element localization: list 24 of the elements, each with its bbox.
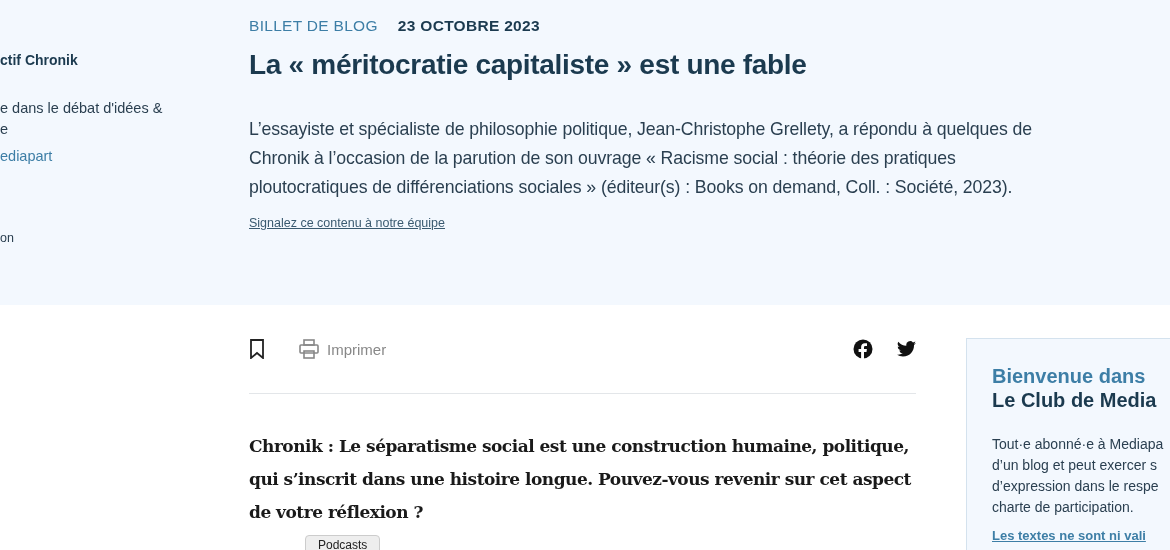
article-intro: L’essayiste et spécialiste de philosophie politique, Jean-Christophe Grellety, a répondu à quelques de Chronik à l’occasion de la parution de son ouvrage « Racisme social : théorie des pratiques ploutocratiques de différenciations sociales » (éditeur(s) : Books on demand, Coll. : Société, 2023). bbox=[249, 118, 1033, 199]
tooltip: Podcasts bbox=[305, 535, 381, 550]
category-label: BILLET DE BLOG bbox=[249, 17, 378, 35]
card-notice: Les textes ne sont ni vali bbox=[992, 528, 1147, 543]
author-name: ctif Chronik bbox=[0, 52, 79, 68]
post-date: 23 OCTOBRE 2023 bbox=[397, 17, 540, 35]
bookmark-icon[interactable] bbox=[249, 339, 265, 359]
facebook-icon[interactable] bbox=[853, 339, 873, 359]
interview-question: Chronik : Le séparatisme social est une construction humaine, politique, qui s’inscrit dans une histoire longue. Pouvez-vous revenir sur cet aspect de votre réflexion ? bbox=[249, 435, 912, 524]
card-title: Le Club de Media bbox=[992, 388, 1158, 412]
author-bio: e dans le débat d'idées & bbox=[0, 99, 164, 118]
report-link[interactable]: Signalez ce contenu à notre équipe bbox=[249, 216, 445, 230]
card-text: charte de participation. bbox=[992, 498, 1135, 517]
author-bio: e bbox=[0, 120, 10, 139]
card-text: d’expression dans le respe bbox=[992, 477, 1160, 496]
card-text: d’un blog et peut exercer s bbox=[992, 456, 1158, 475]
article-title: La « méritocratie capitaliste » est une fable bbox=[249, 49, 808, 81]
card-title: Bienvenue dans bbox=[992, 364, 1147, 388]
printer-icon bbox=[299, 339, 319, 359]
print-button[interactable]: Imprimer bbox=[299, 339, 387, 359]
author-link[interactable]: ediapart bbox=[0, 146, 249, 167]
twitter-icon[interactable] bbox=[897, 341, 916, 357]
card-text: Tout·e abonné·e à Mediapa bbox=[992, 435, 1165, 454]
sidebar-text: on bbox=[0, 231, 15, 245]
